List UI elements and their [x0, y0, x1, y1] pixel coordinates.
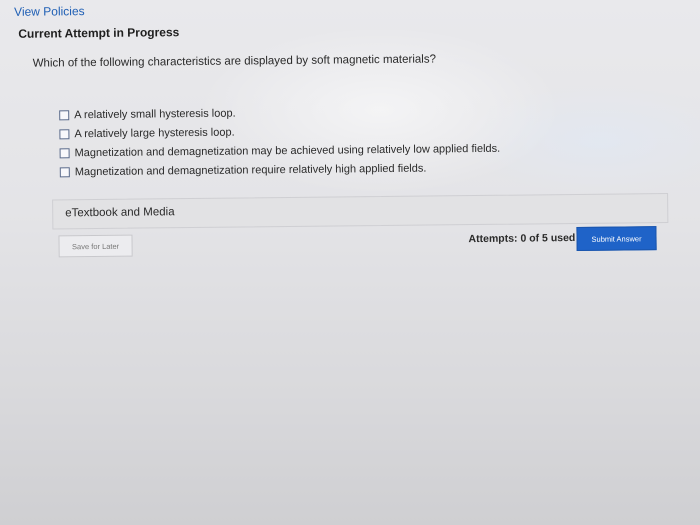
option-label: A relatively large hysteresis loop. — [74, 126, 235, 140]
assignment-page: View Policies Current Attempt in Progres… — [0, 0, 700, 525]
checkbox-icon[interactable] — [59, 147, 70, 158]
checkbox-icon[interactable] — [59, 166, 70, 177]
checkbox-icon[interactable] — [59, 128, 70, 139]
attempt-status-title: Current Attempt in Progress — [18, 25, 180, 41]
submit-answer-button[interactable]: Submit Answer — [576, 226, 657, 251]
attempts-counter: Attempts: 0 of 5 used — [468, 231, 576, 246]
checkbox-icon[interactable] — [59, 109, 70, 120]
option-label: Magnetization and demagnetization requir… — [74, 162, 427, 178]
option-label: A relatively small hysteresis loop. — [74, 107, 236, 121]
answer-option[interactable]: Magnetization and demagnetization requir… — [59, 158, 501, 182]
question-text: Which of the following characteristics a… — [32, 53, 437, 70]
save-for-later-button[interactable]: Save for Later — [58, 234, 133, 258]
etextbook-media-panel[interactable]: eTextbook and Media — [52, 193, 669, 230]
view-policies-link[interactable]: View Policies — [14, 4, 85, 19]
option-label: Magnetization and demagnetization may be… — [74, 142, 501, 159]
answer-options-list: A relatively small hysteresis loop. A re… — [59, 101, 500, 182]
